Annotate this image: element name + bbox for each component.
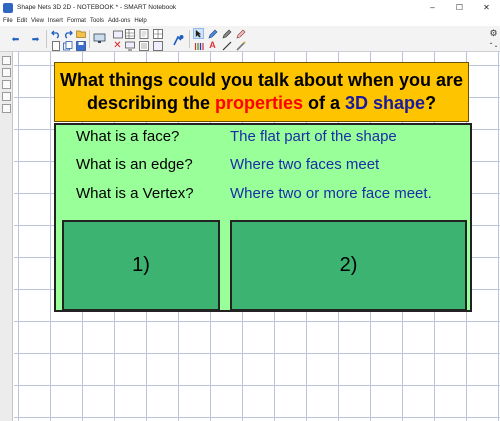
properties-icon[interactable] [138, 40, 149, 51]
answer-edge: Where two faces meet [230, 156, 380, 173]
answer-box-2-label: 2) [339, 254, 358, 276]
maximize-button[interactable]: ☐ [446, 0, 473, 15]
select-tool-icon[interactable] [193, 28, 204, 39]
answer-box-1[interactable]: 1) [62, 220, 220, 311]
question-highlight-3d-shape: 3D shape [345, 93, 426, 113]
save-icon[interactable] [75, 40, 86, 51]
question-text: What things could you talk about when yo… [55, 69, 468, 115]
back-arrow-icon[interactable]: ⬅ [10, 34, 21, 45]
forward-arrow-icon[interactable]: ➡ [30, 34, 41, 45]
redo-icon[interactable] [62, 28, 73, 39]
close-button[interactable]: ✕ [473, 0, 500, 15]
screen-shade-icon[interactable] [93, 32, 106, 45]
creative-pens-icon[interactable] [193, 40, 204, 51]
page-sorter-tab-icon[interactable] [2, 56, 11, 65]
fullscreen-icon[interactable] [152, 40, 163, 51]
delete-icon[interactable]: ✕ [112, 40, 123, 51]
pen-tool-icon[interactable] [207, 28, 218, 39]
toolbar-expand-icon[interactable]: ⌃⌄ [488, 40, 499, 51]
menu-help[interactable]: Help [134, 18, 146, 24]
toolbar-separator [46, 30, 47, 48]
text-tool-icon[interactable]: A [207, 40, 218, 51]
properties-tab-icon[interactable] [2, 92, 11, 101]
question-face: What is a face? [76, 128, 180, 145]
attachments-tab-icon[interactable] [2, 80, 11, 89]
answer-box-2[interactable]: 2) [230, 220, 467, 311]
question-highlight-properties: properties [214, 93, 303, 113]
display-icon[interactable] [124, 40, 135, 51]
menu-edit[interactable]: Edit [17, 18, 27, 24]
menu-bar: File Edit View Insert Format Tools Add-o… [0, 15, 500, 26]
menu-add-ons[interactable]: Add-ons [108, 18, 130, 24]
question-edge: What is an edge? [76, 156, 193, 173]
menu-insert[interactable]: Insert [48, 18, 63, 24]
answer-face: The flat part of the shape [230, 128, 397, 145]
magic-pen-icon[interactable] [235, 40, 246, 51]
undo-icon[interactable] [50, 28, 61, 39]
gallery-tab-icon[interactable] [2, 68, 11, 77]
menu-file[interactable]: File [3, 18, 13, 24]
answers-panel[interactable]: What is a face? The flat part of the sha… [54, 123, 472, 312]
toolbar: ⬅ ➡ ✕ A ⚙ ⌃⌄ [0, 26, 500, 52]
toolbar-separator [89, 30, 90, 48]
line-tool-icon[interactable] [221, 40, 232, 51]
menu-tools[interactable]: Tools [90, 18, 104, 24]
menu-view[interactable]: View [31, 18, 44, 24]
screenshot-icon[interactable] [112, 28, 123, 39]
window-controls: – ☐ ✕ [419, 0, 500, 15]
side-tabs [0, 52, 13, 421]
table-icon[interactable] [124, 28, 135, 39]
shape-fill-icon[interactable] [221, 28, 232, 39]
toolbar-separator [189, 30, 190, 48]
question-box[interactable]: What things could you talk about when yo… [54, 62, 469, 122]
toolbar-settings-icon[interactable]: ⚙ [488, 28, 499, 39]
window-title: Shape Nets 3D 2D - NOTEBOOK * - SMART No… [17, 4, 177, 11]
insert-file-icon[interactable] [138, 28, 149, 39]
smart-notebook-window: Shape Nets 3D 2D - NOTEBOOK * - SMART No… [0, 0, 500, 421]
grid-icon[interactable] [152, 28, 163, 39]
qa-row: What is a Vertex? Where two or more face… [56, 185, 470, 207]
open-folder-icon[interactable] [75, 28, 86, 39]
question-vertex: What is a Vertex? [76, 185, 194, 202]
document-camera-icon[interactable] [172, 33, 186, 47]
menu-format[interactable]: Format [67, 18, 86, 24]
app-icon [3, 2, 13, 13]
answer-box-1-label: 1) [132, 254, 150, 276]
question-mid: of a [303, 93, 346, 113]
title-bar: Shape Nets 3D 2D - NOTEBOOK * - SMART No… [0, 0, 500, 15]
add-ons-tab-icon[interactable] [2, 104, 11, 113]
eraser-icon[interactable] [235, 28, 246, 39]
minimize-button[interactable]: – [419, 0, 446, 15]
page-icon[interactable] [50, 40, 61, 51]
question-end: ? [425, 93, 437, 113]
answer-vertex: Where two or more face meet. [230, 185, 432, 202]
qa-row: What is a face? The flat part of the sha… [56, 128, 470, 150]
qa-row: What is an edge? Where two faces meet [56, 156, 470, 178]
duplicate-icon[interactable] [62, 40, 73, 51]
